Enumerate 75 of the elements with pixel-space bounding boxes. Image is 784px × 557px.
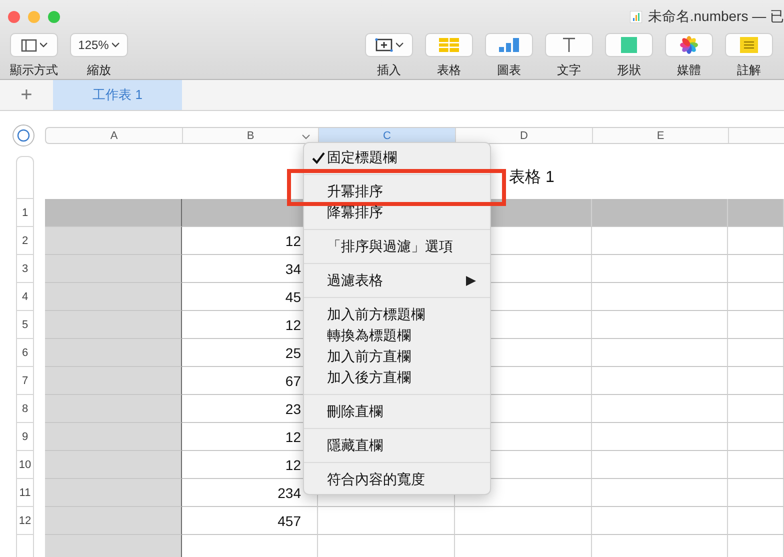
flower-icon [680, 36, 698, 54]
select-all-button[interactable] [12, 124, 35, 147]
row-number: 11 [16, 479, 34, 507]
row-number: 3 [16, 255, 34, 283]
menu-item[interactable]: 加入前方直欄 [327, 348, 411, 366]
toolbar-label: 圖表 [497, 62, 521, 79]
view-button[interactable] [10, 33, 58, 57]
bar-chart-icon [499, 38, 519, 52]
media-button[interactable] [665, 33, 713, 57]
menu-item[interactable]: 固定標題欄 [327, 148, 397, 166]
menu-item[interactable]: 過濾表格 [327, 272, 383, 290]
row-number: 9 [16, 423, 34, 451]
menu-item[interactable]: 刪除直欄 [327, 402, 383, 420]
square-icon [621, 37, 637, 53]
table-cell [728, 311, 784, 339]
zoom-dropdown[interactable]: 125% [70, 33, 128, 57]
table-cell [728, 507, 784, 535]
toolbar-label: 註解 [737, 62, 761, 79]
row-number: 2 [16, 227, 34, 255]
table-cell [728, 423, 784, 451]
text-button[interactable] [545, 33, 593, 57]
toolbar-label: 形狀 [617, 62, 641, 79]
row-number: 7 [16, 367, 34, 395]
menu-item[interactable]: 升冪排序 [327, 182, 383, 200]
table-cell [728, 339, 784, 367]
table-cell [728, 283, 784, 311]
menu-item[interactable]: 「排序與過濾」選項 [327, 238, 453, 256]
column-header[interactable]: A [46, 128, 183, 143]
caret-icon [112, 42, 120, 48]
row-number: 4 [16, 283, 34, 311]
toolbar-label: 媒體 [677, 62, 701, 79]
view-icon [20, 38, 36, 52]
header-cell [728, 199, 784, 227]
caret-icon [396, 42, 404, 48]
note-icon [740, 37, 758, 53]
insert-icon [374, 38, 392, 52]
insert-button[interactable] [365, 33, 413, 57]
table-cell [728, 255, 784, 283]
toolbar-label: 表格 [437, 62, 461, 79]
add-sheet-button[interactable]: + [0, 80, 53, 110]
menu-item[interactable]: 降冪排序 [327, 204, 383, 222]
toolbar-label: 文字 [557, 62, 581, 79]
row-number: 6 [16, 339, 34, 367]
document-icon [630, 10, 642, 22]
toolbar-label: 插入 [377, 62, 401, 79]
row-number-cell [16, 535, 34, 557]
row-number: 8 [16, 395, 34, 423]
text-icon [562, 37, 576, 53]
row-number: 12 [16, 507, 34, 535]
table-cell [728, 395, 784, 423]
table-cell: 457 [182, 507, 318, 535]
row-header-strip [16, 156, 34, 199]
row-number: 5 [16, 311, 34, 339]
caret-icon[interactable] [302, 134, 310, 140]
caret-icon [40, 42, 48, 48]
row-number: 10 [16, 451, 34, 479]
toolbar-label: 縮放 [87, 62, 111, 79]
menu-item[interactable]: 加入前方標題欄 [327, 306, 425, 324]
menu-item[interactable]: 轉換為標題欄 [327, 326, 411, 344]
table-cell [728, 227, 784, 255]
comment-button[interactable] [725, 33, 773, 57]
table-title: 表格 1 [508, 168, 556, 188]
window-title: 未命名.numbers — 已 [648, 8, 784, 26]
table-cell [728, 367, 784, 395]
menu-item[interactable]: 隱藏直欄 [327, 436, 383, 454]
table-icon [439, 38, 459, 52]
column-header[interactable]: E [593, 128, 729, 143]
toolbar-label: 顯示方式 [10, 62, 58, 79]
table-cell [728, 451, 784, 479]
menu-item[interactable]: 符合內容的寬度 [327, 470, 425, 488]
close-button[interactable] [8, 10, 20, 22]
table-cell [728, 479, 784, 507]
row-number: 1 [16, 199, 34, 227]
chart-button[interactable] [485, 33, 533, 57]
menu-item[interactable]: 加入後方直欄 [327, 368, 411, 386]
